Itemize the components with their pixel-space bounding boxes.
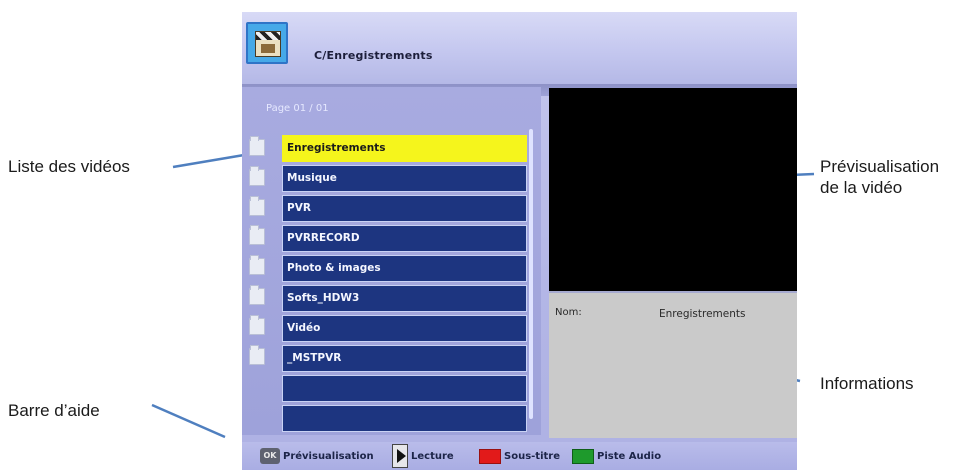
list-item-mstpvr[interactable]: _MSTPVR [282,345,527,372]
folder-icon [249,225,265,245]
title-bar: C/Enregistrements [242,12,797,85]
help-subtitle[interactable]: Sous-titre [479,442,560,470]
page-indicator: Page 01 / 01 [266,103,329,114]
list-scrollbar[interactable] [529,129,533,419]
list-item-video[interactable]: Vidéo [282,315,527,342]
help-preview-label: Prévisualisation [283,450,374,462]
ok-key-icon: OK [260,448,280,464]
callout-preview-line2: de la vidéo [820,178,903,197]
help-play[interactable]: Lecture [392,442,454,470]
red-key-icon [479,448,501,464]
folder-icon [249,136,265,156]
play-icon [392,444,408,468]
callout-video-list: Liste des vidéos [8,157,130,176]
folder-icon [249,166,265,186]
app-icon-frame [246,22,288,64]
list-item-empty[interactable] [282,375,527,402]
help-subtitle-label: Sous-titre [504,450,560,462]
clapperboard-icon [255,31,281,57]
information-panel: Nom: Enregistrements [549,291,797,438]
help-preview[interactable]: OK Prévisualisation [260,442,374,470]
callout-line-video-list [172,152,251,169]
list-item-empty[interactable] [282,405,527,432]
current-path: C/Enregistrements [314,49,433,62]
callout-information: Informations [820,374,914,393]
list-item-pvr[interactable]: PVR [282,195,527,222]
green-key-icon [572,448,594,464]
help-audio-label: Piste Audio [597,450,662,462]
callout-line-help-bar [151,403,226,439]
list-item-softs-hdw3[interactable]: Softs_HDW3 [282,285,527,312]
callout-preview-line1: Prévisualisation [820,157,940,176]
help-play-label: Lecture [411,450,454,462]
help-bar: OK Prévisualisation Lecture Sous-titre P… [242,442,797,470]
callout-help-bar: Barre d’aide [8,401,100,420]
info-name-value: Enregistrements [659,308,746,320]
video-preview [549,88,797,291]
folder-icon [249,345,265,365]
help-audio-track[interactable]: Piste Audio [572,442,661,470]
callout-preview: Prévisualisation de la vidéo [820,156,939,198]
list-item-photo-images[interactable]: Photo & images [282,255,527,282]
folder-icon [249,285,265,305]
info-name-label: Nom: [555,307,582,318]
video-list-panel: Page 01 / 01 Enregistrements Musique PVR… [242,87,541,435]
list-item-enregistrements[interactable]: Enregistrements [282,135,527,162]
folder-icon [249,196,265,216]
media-player-screen: C/Enregistrements Page 01 / 01 Enregistr… [242,12,797,470]
list-item-pvrrecord[interactable]: PVRRECORD [282,225,527,252]
folder-icon [249,255,265,275]
folder-icon [249,315,265,335]
list-item-musique[interactable]: Musique [282,165,527,192]
